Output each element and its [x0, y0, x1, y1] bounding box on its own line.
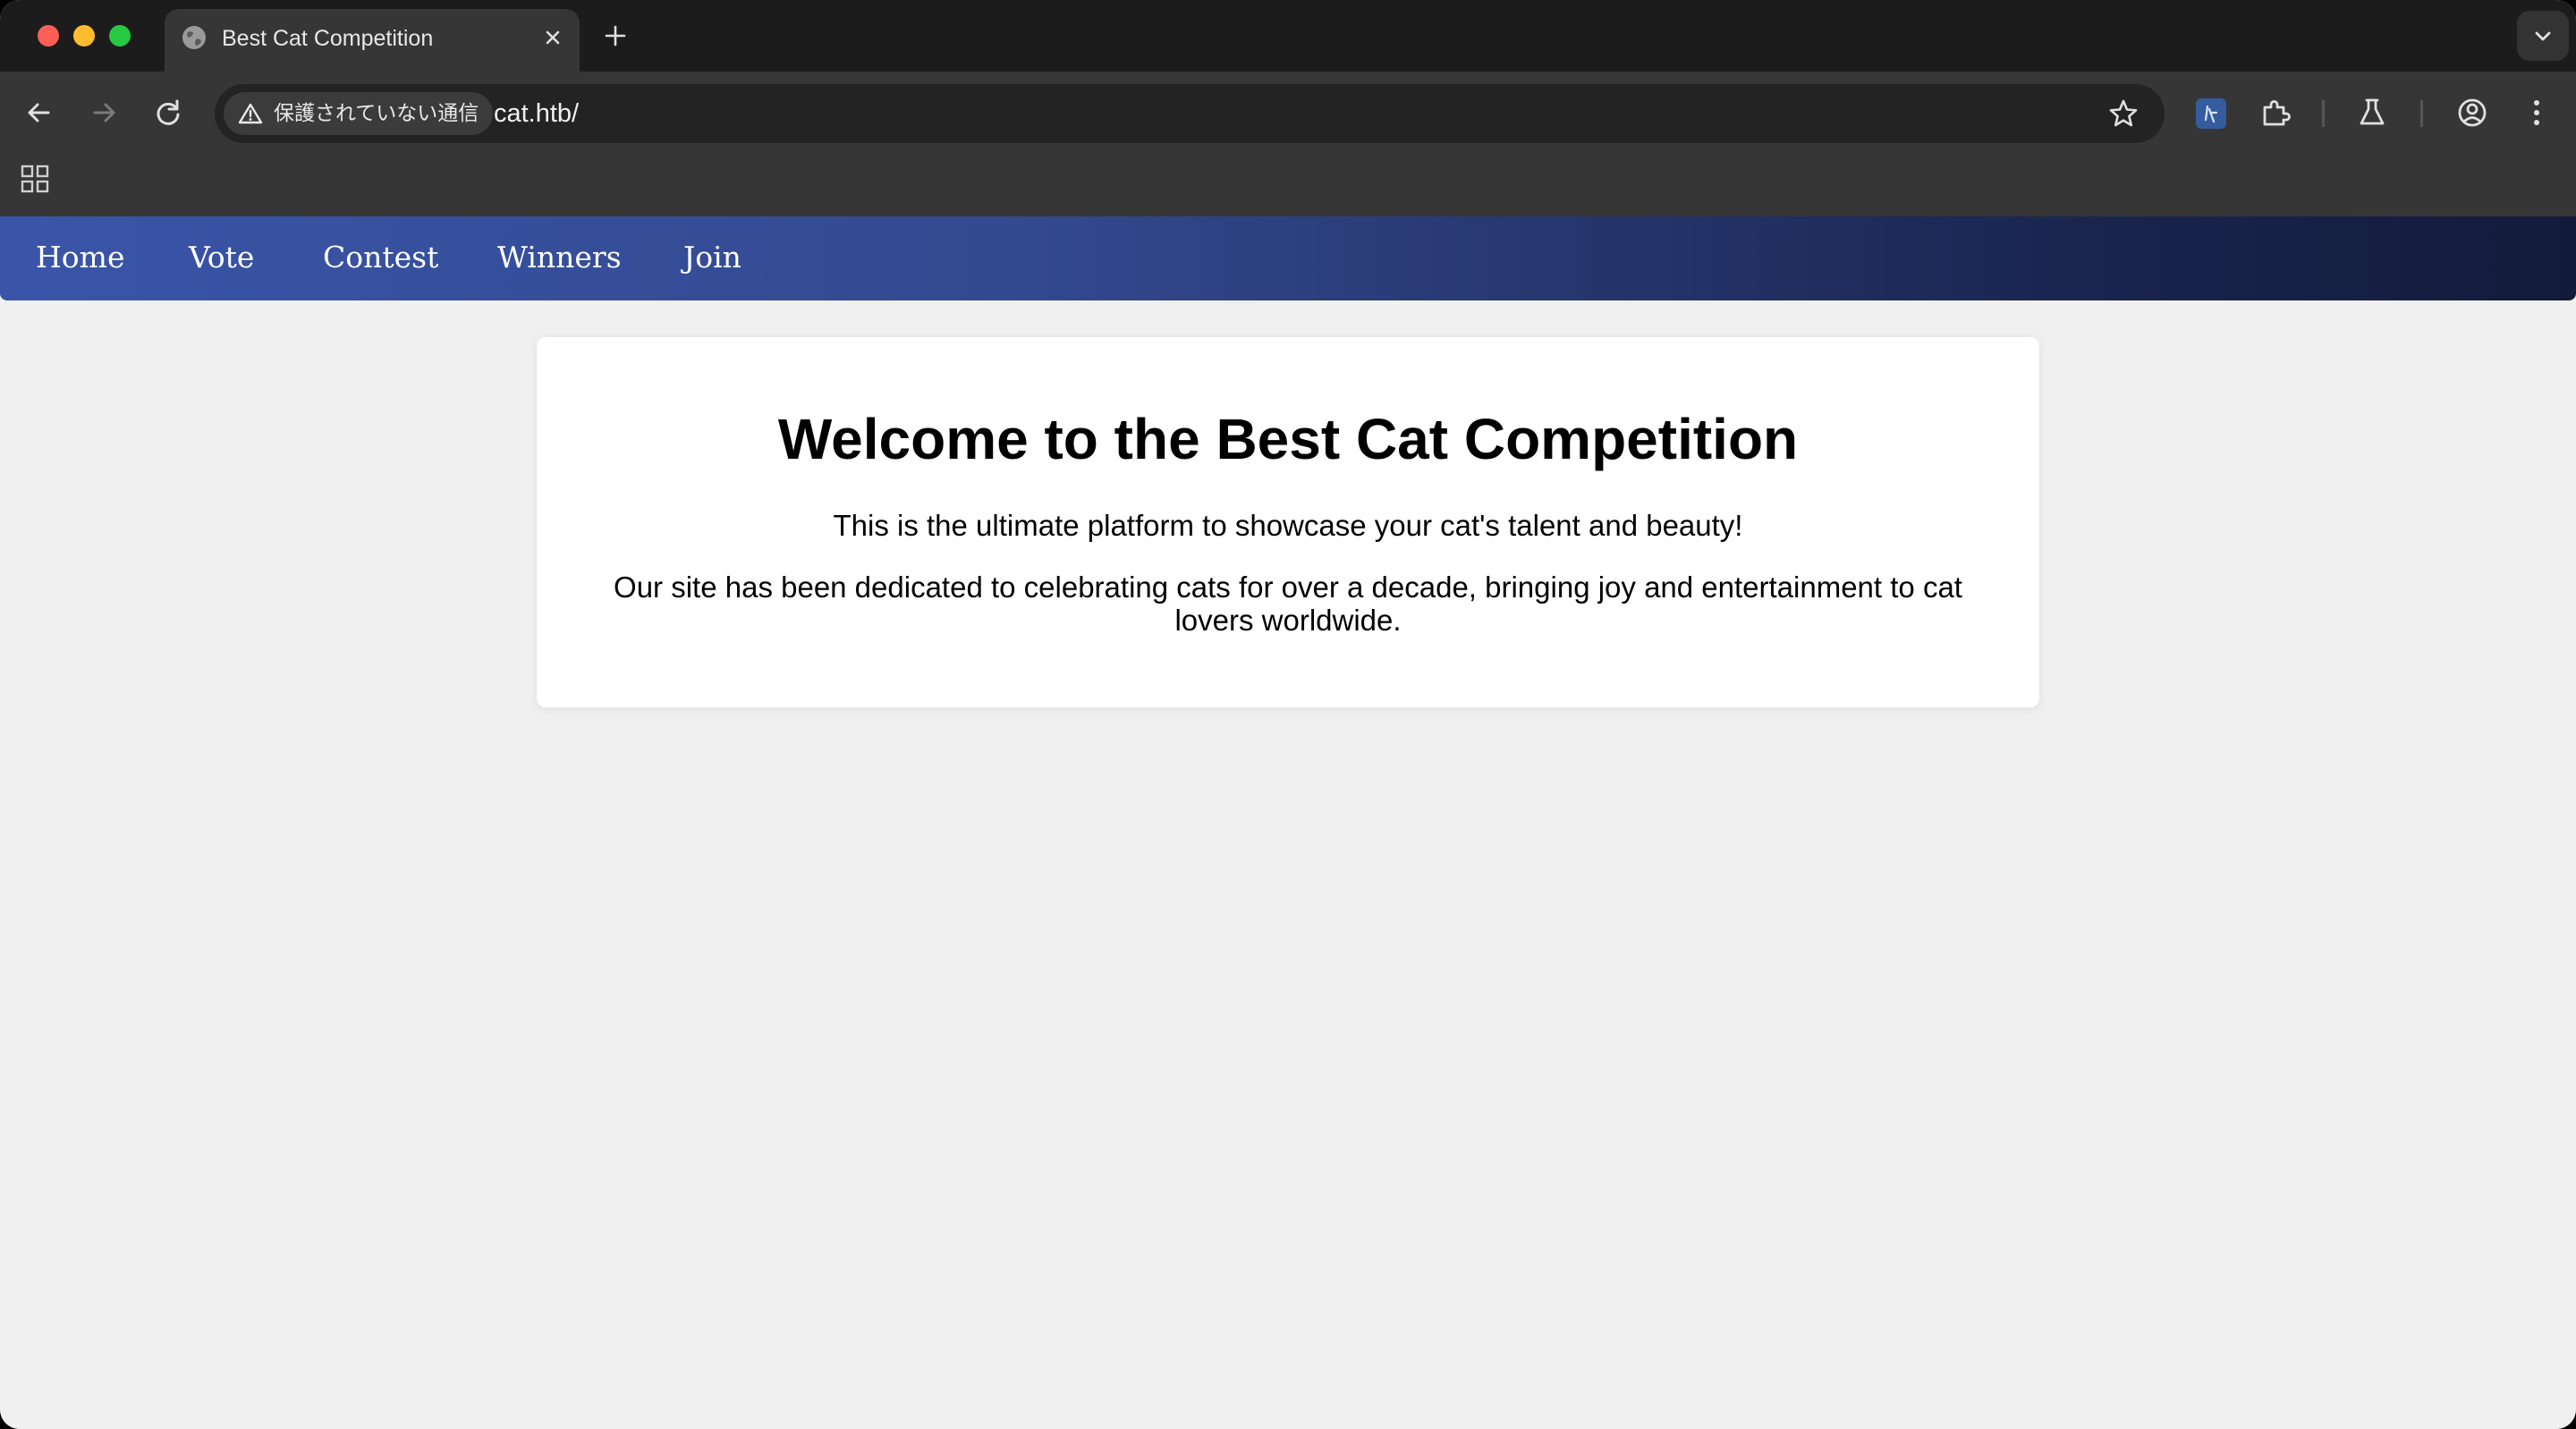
nav-link-contest[interactable]: Contest — [323, 240, 438, 275]
bookmark-star-icon[interactable] — [2107, 97, 2140, 130]
nav-link-join[interactable]: Join — [683, 240, 741, 275]
tab-search-button[interactable] — [2517, 11, 2569, 61]
welcome-card: Welcome to the Best Cat Competition This… — [537, 337, 2039, 707]
warning-icon — [238, 103, 263, 124]
more-menu-icon[interactable] — [2519, 95, 2555, 131]
translate-icon — [2204, 105, 2218, 123]
address-bar[interactable]: 保護されていない通信 cat.htb/ — [215, 84, 2165, 143]
globe-icon — [182, 26, 206, 49]
security-label: 保護されていない通信 — [274, 102, 479, 125]
profile-avatar-icon[interactable] — [2454, 95, 2490, 131]
page-viewport: Home Vote Contest Winners Join Welcome t… — [0, 216, 2576, 1429]
browser-toolbar: 保護されていない通信 cat.htb/ — [0, 72, 2576, 154]
nav-link-home[interactable]: Home — [36, 240, 124, 275]
tab-title: Best Cat Competition — [222, 26, 434, 51]
maximize-window-button[interactable] — [109, 25, 131, 47]
close-window-button[interactable] — [38, 25, 59, 47]
page-title: Welcome to the Best Cat Competition — [777, 407, 1799, 471]
minimize-window-button[interactable] — [73, 25, 95, 47]
toolbar-divider — [2322, 100, 2325, 127]
toolbar-divider — [2420, 100, 2423, 127]
about-paragraph: Our site has been dedicated to celebrati… — [614, 571, 1962, 637]
extension-icon[interactable] — [2196, 98, 2226, 129]
nav-link-vote[interactable]: Vote — [189, 240, 254, 275]
back-arrow-icon[interactable] — [21, 95, 57, 131]
intro-paragraph: This is the ultimate platform to showcas… — [833, 509, 1743, 542]
extensions-puzzle-icon[interactable] — [2258, 95, 2293, 131]
browser-tab-active[interactable]: Best Cat Competition — [165, 9, 580, 72]
apps-grid-icon[interactable] — [20, 164, 50, 194]
chevron-down-icon — [2535, 31, 2551, 41]
forward-arrow-icon[interactable] — [86, 95, 122, 131]
url-text[interactable]: cat.htb/ — [494, 99, 579, 128]
nav-link-winners[interactable]: Winners — [497, 240, 622, 275]
security-indicator[interactable]: 保護されていない通信 — [224, 92, 494, 135]
labs-flask-icon[interactable] — [2354, 95, 2390, 131]
browser-window: Best Cat Competition 保護されていない通信 cat.htb/… — [0, 0, 2576, 1429]
reload-icon[interactable] — [150, 95, 186, 131]
tab-strip: Best Cat Competition — [0, 0, 2576, 72]
bookmarks-bar — [0, 154, 2576, 216]
site-navbar: Home Vote Contest Winners Join — [0, 216, 2576, 300]
new-tab-icon[interactable] — [601, 21, 630, 50]
close-tab-icon[interactable] — [540, 25, 565, 50]
